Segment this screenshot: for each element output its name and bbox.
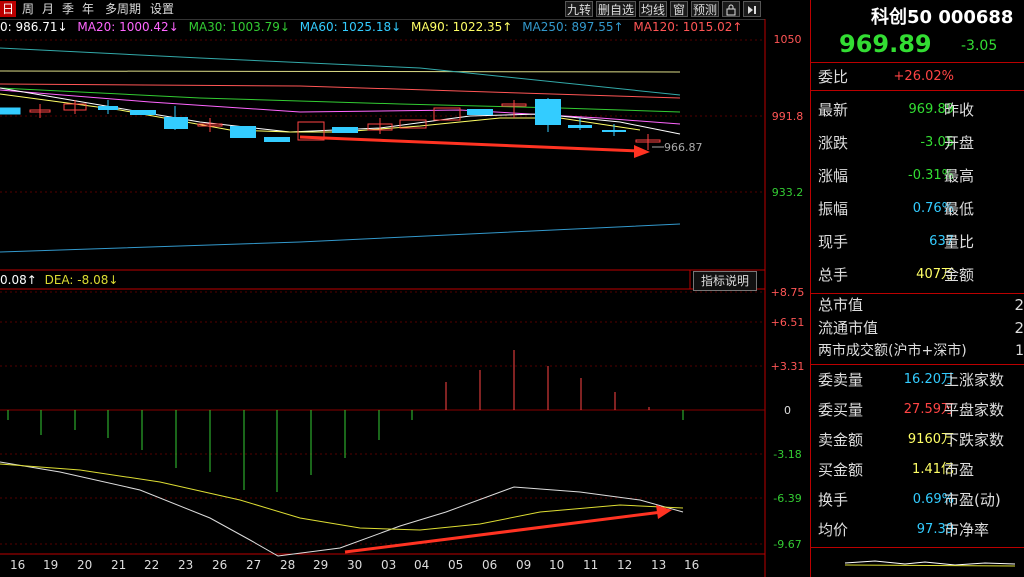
row-label: 委比 (818, 68, 849, 86)
row-value: +26.02% (893, 69, 954, 84)
date-tick: 16 (684, 558, 700, 572)
date-tick: 21 (111, 558, 127, 572)
row-right-label: 最高 (944, 167, 975, 185)
row-label: 均价 (818, 521, 849, 539)
order-row-buy-amount: 买金额 1.41亿 市盈 (816, 457, 1024, 483)
row-label: 最新 (818, 101, 849, 119)
price-change: -3.05 (961, 38, 998, 54)
row-right-label: 开盘 (944, 134, 975, 152)
macd-tick: -6.39 (773, 492, 802, 505)
market-row-float-cap: 流通市值 2 (816, 316, 1024, 340)
ma90-line (0, 70, 681, 73)
date-tick: 11 (583, 558, 599, 572)
row-right-label: 市盈 (944, 461, 975, 479)
row-label: 振幅 (818, 200, 849, 218)
row-value: 1 (1015, 343, 1024, 359)
price-tick: 933.2 (771, 186, 804, 199)
date-tick: 03 (381, 558, 397, 572)
order-row-ask-volume: 委卖量 16.20万 上涨家数 (816, 367, 1024, 393)
date-tick: 10 (549, 558, 565, 572)
date-tick: 23 (178, 558, 194, 572)
macd-tick: 0 (784, 404, 791, 417)
quote-row-amplitude: 振幅 0.76% 最低 (816, 196, 1024, 222)
diff-value: 0.08↑ (0, 273, 37, 287)
date-tick: 09 (516, 558, 532, 572)
dea-line (0, 463, 684, 531)
macd-legend: 0.08↑ DEA: -8.08↓ (0, 273, 118, 287)
ma120-line (0, 83, 681, 99)
order-row-sell-amount: 卖金额 9160万 下跌家数 (816, 427, 1024, 453)
kline-chart[interactable] (0, 0, 810, 577)
index-title: 科创50 000688 (871, 7, 1014, 28)
date-tick: 05 (448, 558, 464, 572)
row-right-label: 平盘家数 (944, 401, 1005, 419)
date-tick: 22 (144, 558, 160, 572)
quote-row-current-volume: 现手 637 量比 (816, 229, 1024, 255)
macd-tick: +8.75 (770, 286, 805, 299)
row-label: 涨幅 (818, 167, 849, 185)
market-row-turnover: 两市成交额(沪市+深市) 1 (816, 339, 1024, 363)
price-tick: 1050 (773, 33, 802, 46)
row-label: 卖金额 (818, 431, 864, 449)
row-right-label: 金额 (944, 266, 975, 284)
row-label: 买金额 (818, 461, 864, 479)
row-label: 总手 (818, 266, 849, 284)
row-right-label: 量比 (944, 233, 975, 251)
row-label: 涨跌 (818, 134, 849, 152)
macd-tick: +3.31 (770, 360, 805, 373)
mini-intraday-chart[interactable] (815, 549, 1024, 577)
quote-row-weibi: 委比 +26.02% (816, 64, 1024, 90)
row-label: 委卖量 (818, 371, 864, 389)
last-price-label: 966.87 (664, 141, 703, 154)
date-axis: 16 19 20 21 22 23 26 27 28 29 30 03 04 0… (0, 558, 765, 576)
price-tick: 991.8 (771, 110, 804, 123)
row-value: 2 (1014, 319, 1024, 337)
row-right-label: 下跌家数 (944, 431, 1005, 449)
date-tick: 16 (10, 558, 26, 572)
row-label: 两市成交额(沪市+深市) (818, 343, 967, 359)
row-right-label: 市净率 (944, 521, 990, 539)
quote-row-pct: 涨幅 -0.31% 最高 (816, 163, 1024, 189)
date-tick: 04 (414, 558, 430, 572)
quote-row-total-volume: 总手 407万 金额 (816, 262, 1024, 288)
macd-histogram (7, 350, 684, 492)
row-label: 流通市值 (818, 319, 879, 337)
quote-row-latest: 最新 969.89 昨收 (816, 97, 1024, 123)
date-tick: 27 (246, 558, 262, 572)
row-label: 委买量 (818, 401, 864, 419)
order-row-turnover-rate: 换手 0.69% 市盈(动) (816, 487, 1024, 513)
row-label: 总市值 (818, 296, 864, 314)
ma250-line (0, 223, 681, 253)
macd-tick: +6.51 (770, 316, 805, 329)
candles (0, 98, 661, 150)
date-tick: 29 (313, 558, 329, 572)
date-tick: 28 (280, 558, 296, 572)
order-row-bid-volume: 委买量 27.59万 平盘家数 (816, 397, 1024, 423)
row-value: 2 (1014, 296, 1024, 314)
row-right-label: 昨收 (944, 101, 975, 119)
diff-line (0, 461, 684, 557)
quote-row-change: 涨跌 -3.05 开盘 (816, 130, 1024, 156)
current-price: 969.89 (839, 30, 932, 58)
macd-tick: -3.18 (773, 448, 802, 461)
market-row-total-cap: 总市值 2 (816, 293, 1024, 317)
date-tick: 13 (651, 558, 667, 572)
date-tick: 20 (77, 558, 93, 572)
macd-tick: -9.67 (773, 538, 802, 551)
date-tick: 26 (212, 558, 228, 572)
date-tick: 30 (347, 558, 363, 572)
date-tick: 19 (43, 558, 59, 572)
order-row-avg-price: 均价 97.39 市净率 (816, 517, 1024, 543)
row-right-label: 上涨家数 (944, 371, 1005, 389)
row-label: 现手 (818, 233, 849, 251)
row-label: 换手 (818, 491, 849, 509)
row-right-label: 最低 (944, 200, 975, 218)
indicator-help-button[interactable]: 指标说明 (693, 271, 757, 291)
row-right-label: 市盈(动) (944, 491, 1001, 509)
date-tick: 12 (617, 558, 633, 572)
date-tick: 06 (482, 558, 498, 572)
dea-value: DEA: -8.08↓ (44, 273, 119, 287)
